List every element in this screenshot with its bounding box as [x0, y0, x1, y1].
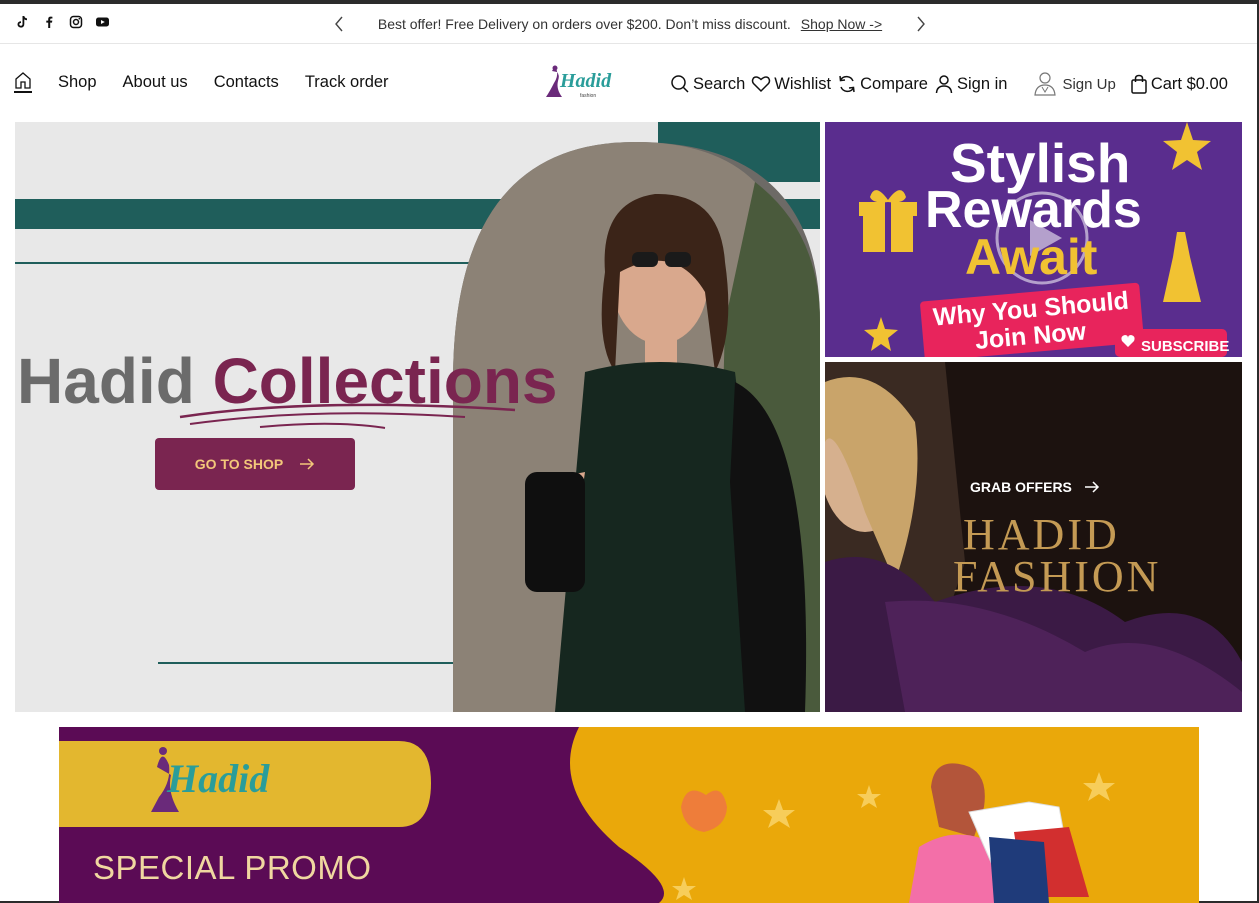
hero-title-part2: Collections — [212, 345, 558, 417]
cart-label: Cart $0.00 — [1150, 74, 1228, 93]
home-icon[interactable] — [14, 71, 32, 93]
brand-line1: HADID — [963, 510, 1120, 559]
sign-up-icon — [1034, 72, 1057, 96]
cart-button[interactable]: Cart $0.00 — [1130, 74, 1228, 94]
announcement-text-group: Best offer! Free Delivery on orders over… — [378, 16, 882, 32]
shopping-bag-icon — [1131, 74, 1147, 94]
promo-title: SPECIAL PROMO — [93, 849, 372, 886]
logo-text: Hadid — [559, 70, 612, 92]
hadid-fashion-banner[interactable]: GRAB OFFERS HADID FASHION — [825, 362, 1242, 712]
announcement-bar: Best offer! Free Delivery on orders over… — [0, 4, 1257, 44]
shop-now-link[interactable]: Shop Now -> — [801, 16, 882, 32]
special-promo-banner[interactable]: Hadid SPECIAL PROMO — [59, 727, 1199, 903]
grab-offers-label: GRAB OFFERS — [970, 479, 1072, 495]
nav-contacts[interactable]: Contacts — [214, 73, 279, 92]
go-to-shop-button[interactable]: GO TO SHOP — [155, 438, 355, 490]
instagram-icon[interactable] — [68, 14, 83, 29]
subscribe-label: SUBSCRIBE — [1141, 338, 1229, 355]
tiktok-icon[interactable] — [14, 14, 29, 29]
site-header: Shop About us Contacts Track order Hadid… — [0, 45, 1257, 121]
wishlist-label: Wishlist — [774, 74, 832, 93]
sign-up-button[interactable]: Sign Up — [1031, 71, 1116, 97]
chevron-right-icon[interactable] — [912, 15, 930, 33]
hadid-fashion-wordmark: HADID FASHION — [953, 510, 1162, 601]
social-links — [14, 14, 110, 29]
search-button[interactable]: Search — [670, 74, 745, 94]
brand-line2: FASHION — [953, 552, 1162, 601]
nav-about-us[interactable]: About us — [123, 73, 188, 92]
site-logo[interactable]: Hadid fashion — [540, 63, 614, 107]
announcement-carousel: Best offer! Free Delivery on orders over… — [330, 4, 930, 44]
compare-icon — [839, 75, 855, 93]
header-actions: Search Wishlist Compare Sign in Sign Up … — [670, 71, 1234, 97]
rewards-artwork: Stylish Rewards Await Why You Should Joi… — [859, 122, 1229, 357]
user-icon — [935, 75, 953, 94]
svg-text:fashion: fashion — [580, 93, 596, 99]
nav-track-order[interactable]: Track order — [305, 73, 389, 92]
main-nav: Shop About us Contacts Track order — [14, 71, 389, 93]
rewards-video-banner[interactable]: Stylish Rewards Await Why You Should Joi… — [825, 122, 1242, 357]
search-icon — [671, 75, 689, 93]
promo-logo-text: Hadid — [166, 756, 270, 801]
arrow-right-icon — [300, 458, 315, 470]
rewards-line3: Await — [965, 229, 1098, 285]
wishlist-button[interactable]: Wishlist — [751, 75, 831, 94]
sign-up-label: Sign Up — [1062, 75, 1116, 93]
compare-button[interactable]: Compare — [837, 74, 928, 94]
hero-banner[interactable]: Hadid Collections GO TO SHOP — [15, 122, 820, 712]
youtube-icon[interactable] — [95, 14, 110, 29]
sign-in-label: Sign in — [957, 74, 1008, 93]
sign-in-button[interactable]: Sign in — [934, 74, 1007, 94]
hero-title: Hadid Collections — [17, 344, 558, 418]
hero-title-part1: Hadid — [17, 345, 195, 417]
announcement-text: Best offer! Free Delivery on orders over… — [377, 16, 791, 32]
facebook-icon[interactable] — [41, 14, 56, 29]
arrow-right-icon — [1084, 481, 1099, 493]
search-label: Search — [693, 74, 746, 93]
compare-label: Compare — [860, 74, 928, 93]
go-to-shop-label: GO TO SHOP — [194, 456, 284, 472]
nav-shop[interactable]: Shop — [58, 73, 97, 92]
grab-offers-link[interactable]: GRAB OFFERS — [970, 479, 1100, 495]
heart-icon — [752, 76, 771, 93]
chevron-left-icon[interactable] — [330, 15, 348, 33]
